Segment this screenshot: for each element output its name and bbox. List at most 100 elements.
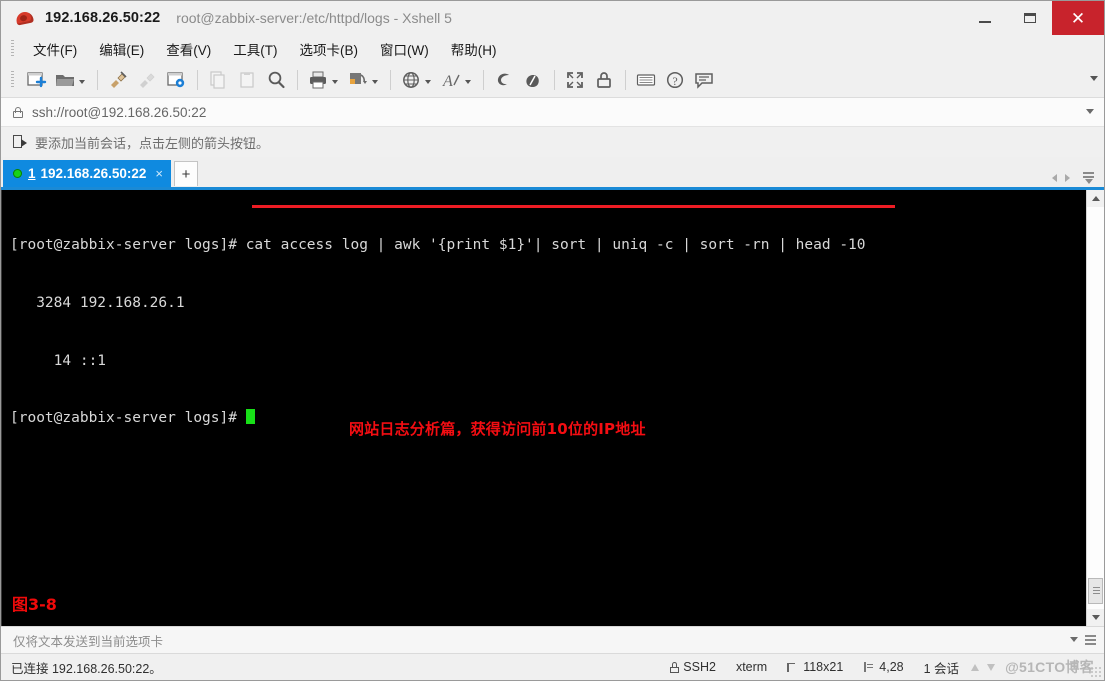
disconnect-button — [133, 65, 161, 95]
xagent-button[interactable] — [519, 65, 547, 95]
maximize-icon — [1023, 13, 1036, 23]
session-properties-icon — [165, 69, 187, 91]
terminal-output[interactable]: [root@zabbix-server logs]# cat access lo… — [2, 190, 1086, 626]
new-session-icon — [25, 69, 47, 91]
terminal-line-command: [root@zabbix-server logs]# cat access lo… — [10, 236, 1086, 255]
keyboard-button[interactable] — [632, 65, 660, 95]
cursor-position-icon — [863, 661, 874, 673]
title-bar: 192.168.26.50:22 root@zabbix-server:/etc… — [1, 1, 1104, 35]
chevron-right-icon[interactable] — [1065, 174, 1070, 182]
terminal-area: [root@zabbix-server logs]# cat access lo… — [1, 190, 1104, 626]
send-bar-chevron-down-icon[interactable] — [1070, 637, 1078, 642]
lock-button[interactable] — [590, 65, 618, 95]
menu-view[interactable]: 查看(V) — [155, 36, 222, 62]
lock-icon — [11, 105, 25, 119]
find-button[interactable] — [262, 65, 290, 95]
toolbar-separator — [625, 70, 626, 90]
chat-button[interactable] — [690, 65, 718, 95]
toolbar-separator — [554, 70, 555, 90]
menu-grip-handle[interactable] — [11, 40, 14, 58]
command-underline-annotation — [252, 205, 895, 208]
print-icon — [307, 69, 329, 91]
toolbar-grip-handle[interactable] — [11, 71, 14, 89]
xshell-icon — [14, 7, 36, 29]
layout-icon — [347, 69, 369, 91]
new-session-button[interactable] — [22, 65, 50, 95]
toolbar-separator — [297, 70, 298, 90]
address-input[interactable]: ssh://root@192.168.26.50:22 — [32, 105, 206, 120]
session-properties-button[interactable] — [162, 65, 190, 95]
status-size: 118x21 — [779, 660, 851, 674]
chevron-left-icon[interactable] — [1052, 174, 1057, 182]
address-bar[interactable]: ssh://root@192.168.26.50:22 — [1, 97, 1104, 127]
minimize-button[interactable] — [962, 1, 1007, 35]
xagent-icon — [522, 69, 544, 91]
paste-button — [233, 65, 261, 95]
scrollbar-thumb[interactable] — [1088, 578, 1103, 604]
send-text-bar[interactable]: 仅将文本发送到当前选项卡 — [1, 626, 1104, 653]
toolbar-overflow-caret[interactable] — [1090, 76, 1098, 81]
scroll-down-arrow-icon — [1091, 615, 1100, 620]
paste-icon — [236, 69, 258, 91]
tab-list-menu-icon[interactable] — [1082, 170, 1096, 184]
help-button[interactable]: ? — [661, 65, 689, 95]
open-folder-dropdown-caret[interactable] — [79, 79, 85, 84]
scrollbar-track[interactable] — [1087, 207, 1104, 609]
layout-dropdown-caret[interactable] — [372, 79, 378, 84]
open-folder-icon — [54, 69, 76, 91]
scroll-up-arrow-icon — [1091, 196, 1100, 201]
resize-grip[interactable] — [1090, 666, 1102, 678]
tab-close-icon[interactable]: × — [155, 166, 163, 181]
terminal-line-output-1: 3284 192.168.26.1 — [10, 295, 185, 311]
chevron-down-icon[interactable] — [1086, 109, 1094, 114]
font-dropdown-caret[interactable] — [465, 79, 471, 84]
status-cursor-position: 4,28 — [855, 660, 911, 674]
scroll-down-button[interactable] — [1087, 609, 1104, 626]
maximize-button[interactable] — [1007, 1, 1052, 35]
window-controls: ✕ — [962, 1, 1104, 35]
globe-button[interactable] — [397, 65, 436, 95]
toolbar-separator — [97, 70, 98, 90]
shell-prompt: [root@zabbix-server logs]# — [10, 237, 246, 254]
print-button[interactable] — [304, 65, 343, 95]
send-options-menu-icon[interactable] — [1084, 633, 1098, 647]
menu-tabs[interactable]: 选项卡(B) — [289, 36, 370, 62]
status-bar-right: SSH2 xterm 118x21 4,28 1 会话 @51CTO博客 — [658, 654, 1100, 680]
font-icon: A — [440, 69, 462, 91]
chat-icon — [693, 69, 715, 91]
terminal-line-output-2: 14 ::1 — [10, 352, 107, 369]
toolbar-separator — [197, 70, 198, 90]
menu-window[interactable]: 窗口(W) — [369, 36, 440, 62]
print-dropdown-caret[interactable] — [332, 79, 338, 84]
help-icon: ? — [664, 69, 686, 91]
menu-tools[interactable]: 工具(T) — [222, 36, 288, 62]
status-cursor-text: 4,28 — [879, 660, 904, 674]
download-arrow-icon — [987, 663, 996, 671]
menu-file[interactable]: 文件(F) — [22, 36, 88, 62]
fullscreen-button[interactable] — [561, 65, 589, 95]
session-hint-text: 要添加当前会话，点击左侧的箭头按钮。 — [35, 135, 270, 151]
status-bar: 已连接 192.168.26.50:22。 SSH2 xterm 118x21 … — [1, 653, 1104, 680]
font-button[interactable]: A — [437, 65, 476, 95]
shell-command: cat access log | awk '{print $1}'| sort … — [245, 237, 866, 254]
tab-label: 192.168.26.50:22 — [40, 166, 147, 181]
tab-session-1[interactable]: 1 192.168.26.50:22 × — [3, 160, 171, 187]
upload-arrow-icon — [971, 663, 980, 671]
layout-button[interactable] — [344, 65, 383, 95]
close-button[interactable]: ✕ — [1052, 1, 1104, 35]
add-session-arrow-icon — [13, 135, 29, 149]
menu-edit[interactable]: 编辑(E) — [88, 36, 155, 62]
shell-prompt-2: [root@zabbix-server logs]# — [10, 410, 246, 427]
xftp-button[interactable] — [490, 65, 518, 95]
new-tab-button[interactable]: + — [173, 161, 198, 186]
connected-dot-icon — [13, 169, 22, 178]
toolbar-separator — [483, 70, 484, 90]
globe-dropdown-caret[interactable] — [425, 79, 431, 84]
open-session-button[interactable] — [51, 65, 90, 95]
connect-button[interactable] — [104, 65, 132, 95]
scroll-up-button[interactable] — [1087, 190, 1104, 207]
terminal-size-icon — [787, 662, 798, 673]
terminal-scrollbar[interactable] — [1086, 190, 1104, 626]
tab-strip: 1 192.168.26.50:22 × + — [1, 157, 1104, 190]
menu-help[interactable]: 帮助(H) — [440, 36, 508, 62]
